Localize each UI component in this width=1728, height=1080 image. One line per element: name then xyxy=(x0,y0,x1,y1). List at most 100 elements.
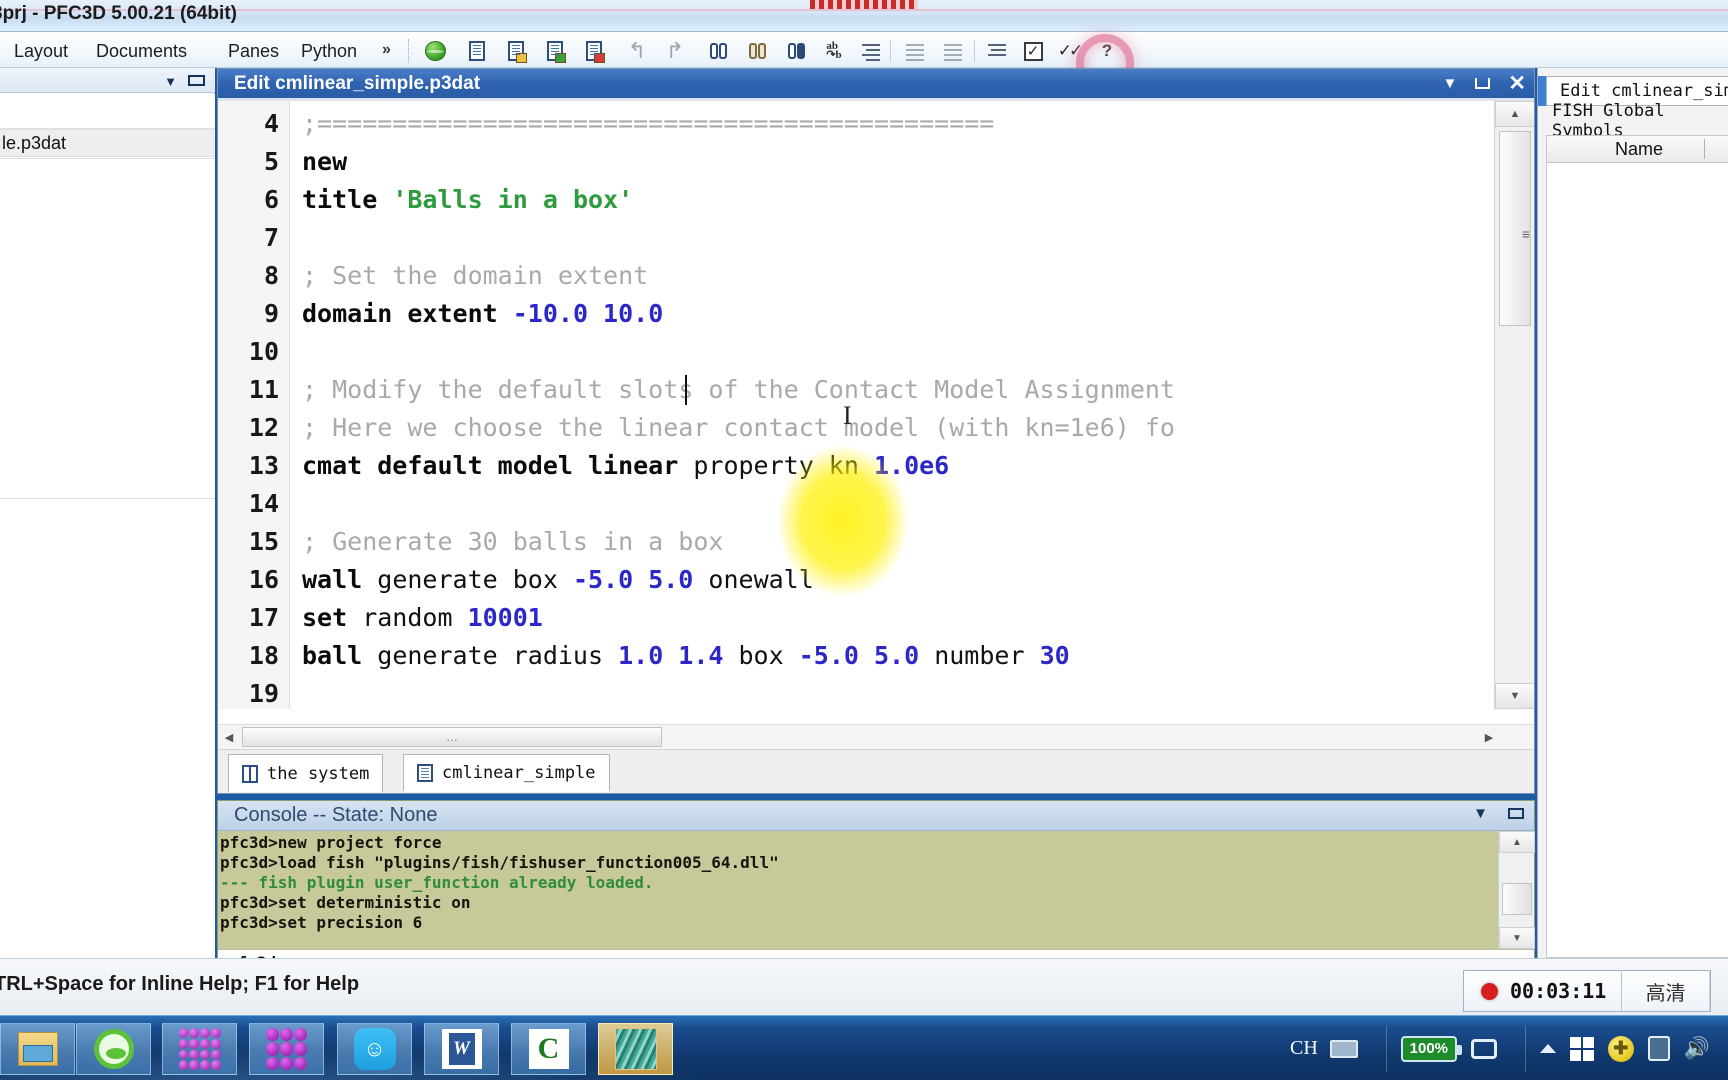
code-line[interactable]: ; Here we choose the linear contact mode… xyxy=(302,409,1175,447)
check-syntax-button[interactable]: ✓ xyxy=(1018,37,1048,65)
editor-vertical-scrollbar[interactable]: ▲ ≡ ▼ xyxy=(1494,101,1534,709)
scroll-up-arrow-icon[interactable]: ▲ xyxy=(1495,101,1534,127)
purple-balls-cluster-icon xyxy=(265,1028,308,1070)
line-number-gutter: 4567891011121314151617181920 xyxy=(218,101,290,709)
console-line: pfc3d>set deterministic on xyxy=(220,893,471,912)
code-line[interactable]: wall generate box -5.0 5.0 onewall xyxy=(302,561,814,599)
column-divider[interactable] xyxy=(1704,139,1705,159)
code-line[interactable]: domain extent -10.0 10.0 xyxy=(302,295,663,333)
taskbar-texture-app[interactable] xyxy=(598,1023,673,1075)
code-line[interactable]: ; Set the domain extent xyxy=(302,257,648,295)
save-document-button[interactable] xyxy=(540,37,570,65)
code-line[interactable]: title 'Balls in a box' xyxy=(302,181,633,219)
code-line[interactable]: new xyxy=(302,143,347,181)
titlebar-accent-line xyxy=(0,9,1728,11)
undo-button[interactable]: ↰ xyxy=(622,37,652,65)
scroll-down-arrow-icon[interactable]: ▼ xyxy=(1495,683,1534,709)
double-check-icon: ✓✓ xyxy=(1057,41,1083,60)
symbols-column-header[interactable]: Name xyxy=(1546,135,1728,163)
chevron-down-icon[interactable]: ▼ xyxy=(164,74,177,89)
code-text-area[interactable]: ;=======================================… xyxy=(290,101,1494,709)
scroll-right-arrow-icon[interactable]: ▶ xyxy=(1478,725,1500,749)
power-plug-icon[interactable] xyxy=(1470,1038,1497,1059)
scroll-thumb-grip-icon: ≡ xyxy=(1521,226,1530,242)
taskbar-pfc-cluster[interactable] xyxy=(249,1023,324,1075)
help-button[interactable]: ? xyxy=(1092,37,1122,65)
recorder-divider-2 xyxy=(1709,970,1710,1012)
menu-layout[interactable]: Layout xyxy=(8,39,74,64)
scroll-down-arrow-icon[interactable]: ▼ xyxy=(1499,927,1535,949)
redo-arrow-icon: ↱ xyxy=(665,38,685,63)
code-line[interactable]: ; Generate 30 balls in a box xyxy=(302,523,723,561)
keyboard-icon[interactable] xyxy=(1329,1039,1358,1058)
scroll-left-arrow-icon[interactable]: ◀ xyxy=(218,725,240,749)
find-next-button[interactable] xyxy=(742,37,772,65)
redo-button[interactable]: ↱ xyxy=(660,37,690,65)
close-document-button[interactable] xyxy=(579,37,609,65)
check-all-button[interactable]: ✓✓ xyxy=(1054,37,1084,65)
tab-the-system[interactable]: the system xyxy=(228,754,384,792)
yellow-plus-icon[interactable]: ✚ xyxy=(1607,1035,1634,1062)
taskbar-word[interactable]: W xyxy=(424,1023,499,1075)
indent-block-button[interactable] xyxy=(856,37,886,65)
screen-recorder-widget[interactable]: 00:03:11 高清 xyxy=(1463,970,1711,1012)
code-token: -5.0 5.0 xyxy=(798,641,920,670)
comment-block-button[interactable] xyxy=(982,37,1012,65)
menu-python[interactable]: Python xyxy=(295,39,363,64)
unindent-button[interactable] xyxy=(938,37,968,65)
console-line: pfc3d>new project force xyxy=(220,833,442,852)
taskbar-qq[interactable]: ☺ xyxy=(337,1023,412,1075)
code-token: ; Modify the default slots of the Contac… xyxy=(302,375,1175,404)
align-lines-button[interactable] xyxy=(900,37,930,65)
window-title: 3prj - PFC3D 5.00.21 (64bit) xyxy=(0,3,237,24)
line-number: 9 xyxy=(263,299,279,328)
taskbar-pfc-grid[interactable] xyxy=(162,1023,237,1075)
code-line[interactable]: cmat default model linear property kn 1.… xyxy=(302,447,949,485)
console-scrollbar[interactable]: ▲ ▼ xyxy=(1498,831,1535,949)
window-titlebar: 3prj - PFC3D 5.00.21 (64bit) xyxy=(0,0,1728,32)
project-file-item[interactable]: le.p3dat xyxy=(0,129,215,157)
code-line[interactable]: ;=======================================… xyxy=(302,105,994,143)
windows-logo-icon[interactable] xyxy=(1569,1036,1594,1061)
record-dot-icon[interactable] xyxy=(1481,982,1498,1000)
chevron-up-icon[interactable] xyxy=(1539,1044,1556,1053)
run-globe-button[interactable] xyxy=(420,37,450,65)
minimize-icon[interactable] xyxy=(1475,78,1491,89)
code-line[interactable]: ; Modify the default slots of the Contac… xyxy=(302,371,1175,409)
code-line[interactable]: set random 10001 xyxy=(302,599,543,637)
code-editor[interactable]: 4567891011121314151617181920 ;==========… xyxy=(218,101,1534,709)
new-document-button[interactable] xyxy=(462,37,492,65)
menu-documents[interactable]: Documents xyxy=(90,39,193,64)
menu-overflow-chevron[interactable]: » xyxy=(382,41,391,59)
open-document-button[interactable] xyxy=(501,37,531,65)
unindent-icon xyxy=(944,44,962,61)
editor-horizontal-scrollbar[interactable]: ◀ … ▶ xyxy=(218,724,1534,749)
line-number: 17 xyxy=(248,603,279,632)
taskbar-browser[interactable] xyxy=(76,1023,151,1075)
code-token: new xyxy=(302,147,348,176)
taskbar-file-explorer[interactable] xyxy=(0,1023,75,1075)
speaker-icon[interactable]: 🔊 xyxy=(1684,1037,1710,1061)
close-icon[interactable]: ✕ xyxy=(1508,71,1526,96)
chevron-down-icon[interactable]: ▼ xyxy=(1443,75,1458,92)
find-button[interactable] xyxy=(703,37,733,65)
horizontal-scroll-thumb[interactable]: … xyxy=(242,727,662,747)
minimize-icon[interactable] xyxy=(1508,808,1524,819)
find-replace-button[interactable] xyxy=(781,37,811,65)
indent-lines-icon xyxy=(862,44,880,61)
minimize-icon[interactable] xyxy=(188,75,205,86)
chevron-down-icon[interactable]: ▼ xyxy=(1473,805,1488,822)
project-panel-body: le.p3dat xyxy=(0,94,215,958)
fish-global-symbols-label: FISH Global Symbols xyxy=(1546,101,1728,141)
taskbar-c-app[interactable]: C xyxy=(511,1023,586,1075)
replace-text-button[interactable]: ab ↷b xyxy=(819,37,849,65)
tab-cmlinear-simple[interactable]: cmlinear_simple xyxy=(403,754,610,792)
menu-panes[interactable]: Panes xyxy=(222,39,285,64)
recording-quality[interactable]: 高清 xyxy=(1622,977,1709,1006)
console-scroll-thumb[interactable] xyxy=(1502,883,1532,915)
ime-indicator[interactable]: CH xyxy=(1290,1037,1318,1060)
code-line[interactable]: ball generate radius 1.0 1.4 box -5.0 5.… xyxy=(302,637,1070,675)
battery-indicator[interactable]: 100% xyxy=(1400,1035,1462,1062)
scroll-up-arrow-icon[interactable]: ▲ xyxy=(1499,831,1535,853)
clipboard-icon[interactable] xyxy=(1647,1036,1670,1061)
